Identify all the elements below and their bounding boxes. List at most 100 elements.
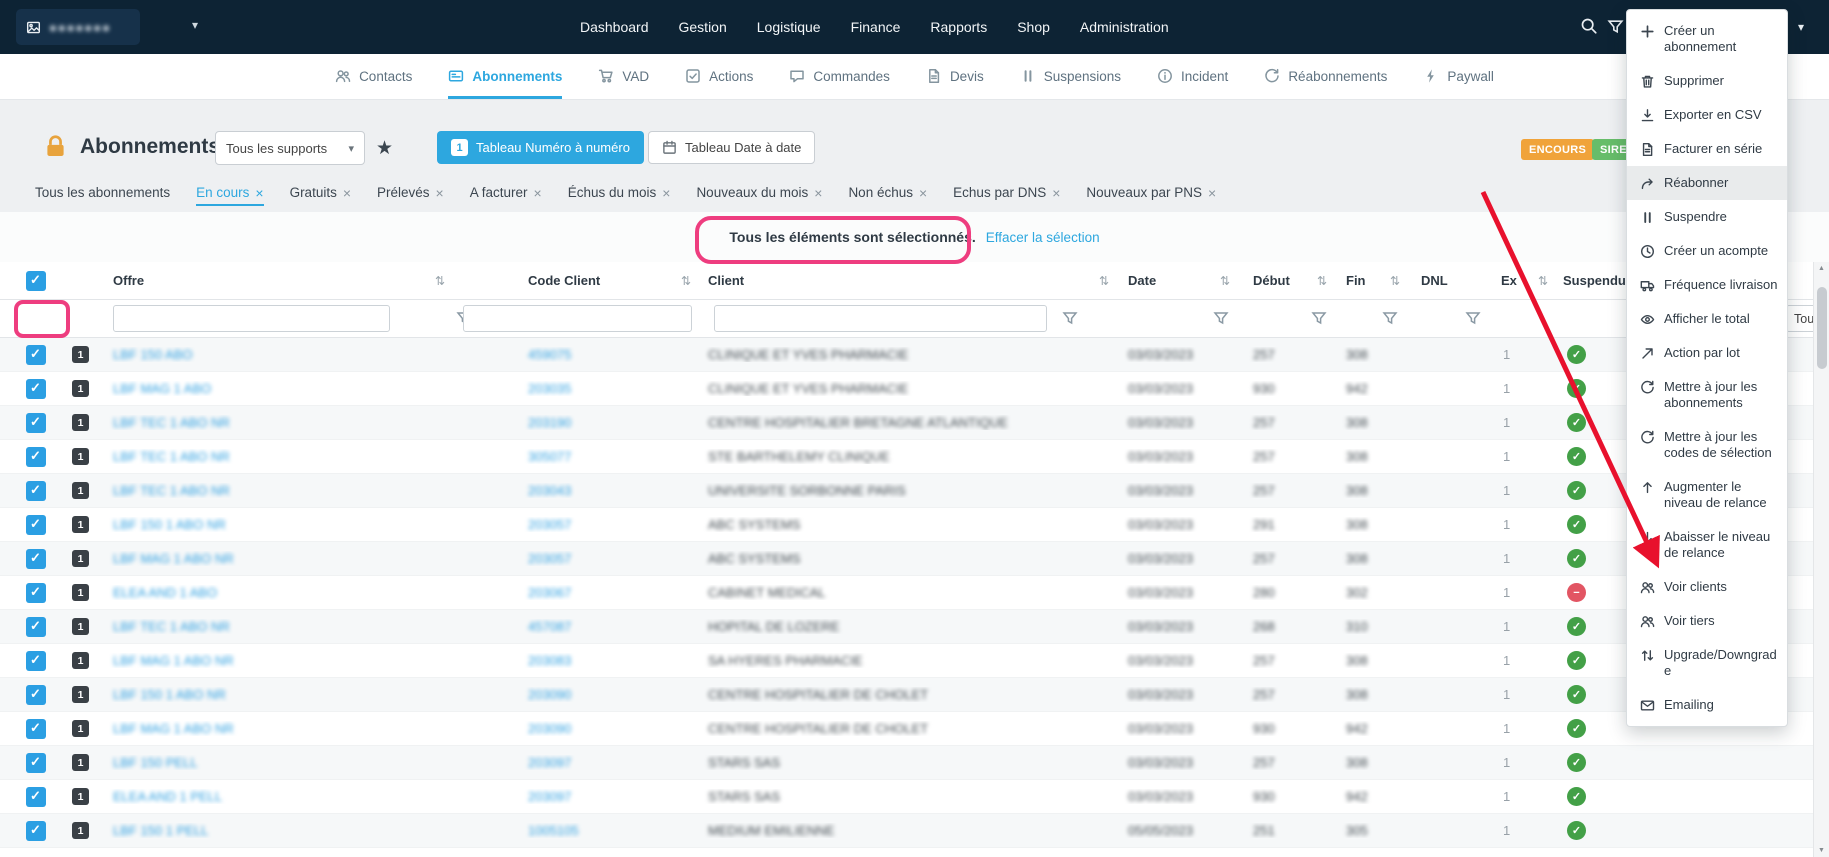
chip-preleves[interactable]: Prélevés × bbox=[377, 185, 444, 206]
offre-link[interactable]: LBF MAG 1 ABO bbox=[113, 381, 211, 396]
scroll-up-icon[interactable]: ▲ bbox=[1818, 262, 1825, 275]
menu-item-voir-clients[interactable]: Voir clients bbox=[1627, 570, 1787, 604]
code-client-link[interactable]: 203090 bbox=[528, 687, 571, 702]
nav-item-gestion[interactable]: Gestion bbox=[679, 19, 727, 35]
table-row[interactable]: 1 LBF MAG 1 ABO NR 203090 CENTRE HOSPITALIE… bbox=[0, 712, 1829, 746]
tab-commandes[interactable]: Commandes bbox=[789, 54, 890, 99]
table-row[interactable]: 1 LBF TEC 1 ABO NR 305077 STE BARTHELEMY CL… bbox=[0, 440, 1829, 474]
dnl-funnel-icon[interactable] bbox=[1465, 310, 1481, 326]
offre-link[interactable]: LBF MAG 1 ABO NR bbox=[113, 551, 234, 566]
chip-close-icon[interactable]: × bbox=[662, 185, 670, 201]
select-all-checkbox[interactable] bbox=[26, 270, 46, 291]
row-checkbox[interactable] bbox=[26, 752, 46, 773]
offre-link[interactable]: LBF 150 PELL bbox=[113, 755, 198, 770]
user-menu-chevron-icon[interactable]: ▾ bbox=[1798, 20, 1804, 34]
tab-abonnements[interactable]: Abonnements bbox=[448, 54, 563, 99]
nav-item-administration[interactable]: Administration bbox=[1080, 19, 1169, 35]
sort-icon[interactable]: ⇅ bbox=[435, 274, 445, 288]
chip-en-cours[interactable]: En cours × bbox=[196, 185, 264, 206]
offre-link[interactable]: ELEA AND 1 PELL bbox=[113, 789, 222, 804]
code-client-filter-input[interactable] bbox=[463, 305, 692, 332]
code-client-link[interactable]: 203035 bbox=[528, 381, 571, 396]
menu-item-exporter-en-csv[interactable]: Exporter en CSV bbox=[1627, 98, 1787, 132]
chip-tous-les-abonnements[interactable]: Tous les abonnements bbox=[35, 185, 170, 205]
code-client-link[interactable]: 203067 bbox=[528, 585, 571, 600]
table-row[interactable]: 1 LBF 150 1 ABO NR 203057 ABC SYSTEMS 03/03/… bbox=[0, 508, 1829, 542]
code-client-link[interactable]: 203090 bbox=[528, 721, 571, 736]
table-row[interactable]: 1 LBF 150 PELL 203097 STARS SAS 03/03/2023 25… bbox=[0, 746, 1829, 780]
code-client-link[interactable]: 305077 bbox=[528, 449, 571, 464]
chip-non-echus[interactable]: Non échus × bbox=[848, 185, 927, 206]
clear-selection-link[interactable]: Effacer la sélection bbox=[986, 230, 1100, 245]
debut-funnel-icon[interactable] bbox=[1311, 310, 1327, 326]
tab-vad[interactable]: VAD bbox=[598, 54, 649, 99]
table-row[interactable]: 1 LBF TEC 1 ABO NR 203043 UNIVERSITE SORBON… bbox=[0, 474, 1829, 508]
code-client-link[interactable]: 203057 bbox=[528, 551, 571, 566]
code-client-link[interactable]: 459075 bbox=[528, 347, 571, 362]
table-date-button[interactable]: Tableau Date à date bbox=[648, 131, 816, 164]
sort-icon[interactable]: ⇅ bbox=[1317, 274, 1327, 288]
tab-devis[interactable]: Devis bbox=[926, 54, 984, 99]
sort-icon[interactable]: ⇅ bbox=[1099, 274, 1109, 288]
row-checkbox[interactable] bbox=[26, 616, 46, 637]
chip-gratuits[interactable]: Gratuits × bbox=[290, 185, 351, 206]
supports-select[interactable]: Tous les supports ▾ bbox=[215, 131, 365, 165]
nav-item-dashboard[interactable]: Dashboard bbox=[580, 19, 649, 35]
code-client-link[interactable]: 203043 bbox=[528, 483, 571, 498]
tab-incident[interactable]: Incident bbox=[1157, 54, 1228, 99]
menu-item-voir-tiers[interactable]: Voir tiers bbox=[1627, 604, 1787, 638]
sort-icon[interactable]: ⇅ bbox=[1220, 274, 1230, 288]
row-checkbox[interactable] bbox=[26, 548, 46, 569]
menu-item-action-par-lot[interactable]: Action par lot bbox=[1627, 336, 1787, 370]
row-checkbox[interactable] bbox=[26, 514, 46, 535]
scrollbar-thumb[interactable] bbox=[1816, 287, 1827, 369]
filter-icon[interactable] bbox=[1607, 18, 1624, 35]
table-row[interactable]: 1 LBF MAG 1 ABO NR 203057 ABC SYSTEMS 03/03/… bbox=[0, 542, 1829, 576]
sort-icon[interactable]: ⇅ bbox=[681, 274, 691, 288]
offre-link[interactable]: LBF TEC 1 ABO NR bbox=[113, 415, 230, 430]
chip-close-icon[interactable]: × bbox=[534, 185, 542, 201]
nav-item-shop[interactable]: Shop bbox=[1017, 19, 1050, 35]
offre-link[interactable]: LBF 150 1 ABO NR bbox=[113, 517, 226, 532]
chip-close-icon[interactable]: × bbox=[343, 185, 351, 201]
client-funnel-icon[interactable] bbox=[1062, 310, 1078, 326]
menu-item-mettre-a-jour-les-codes-de-selection[interactable]: Mettre à jour les codes de sélection bbox=[1627, 420, 1787, 470]
row-checkbox[interactable] bbox=[26, 684, 46, 705]
code-client-link[interactable]: 203097 bbox=[528, 789, 571, 804]
row-checkbox[interactable] bbox=[26, 820, 46, 841]
sort-icon[interactable]: ⇅ bbox=[1390, 274, 1400, 288]
table-numero-button[interactable]: 1 Tableau Numéro à numéro bbox=[437, 131, 644, 164]
row-checkbox[interactable] bbox=[26, 446, 46, 467]
offre-link[interactable]: ELEA AND 1 ABO bbox=[113, 585, 217, 600]
menu-item-augmenter-le-niveau-de-relance[interactable]: Augmenter le niveau de relance bbox=[1627, 470, 1787, 520]
menu-item-facturer-en-serie[interactable]: Facturer en série bbox=[1627, 132, 1787, 166]
offre-link[interactable]: LBF MAG 1 ABO NR bbox=[113, 721, 234, 736]
code-client-link[interactable]: 203057 bbox=[528, 517, 571, 532]
brand-chevron-down-icon[interactable]: ▾ bbox=[192, 18, 198, 32]
table-row[interactable]: 1 LBF MAG 1 ABO NR 203083 SA HYERES PHARMAC… bbox=[0, 644, 1829, 678]
table-row[interactable]: 1 LBF 150 1 ABO NR 203090 CENTRE HOSPITALIE… bbox=[0, 678, 1829, 712]
tab-contacts[interactable]: Contacts bbox=[335, 54, 412, 99]
chip-close-icon[interactable]: × bbox=[919, 185, 927, 201]
tab-suspensions[interactable]: Suspensions bbox=[1020, 54, 1121, 99]
brand-logo[interactable]: ●●●●●●● bbox=[16, 9, 140, 45]
table-row[interactable]: 1 LBF 150 1 PELL 1005105 MEDIUM EMILIENNE 05… bbox=[0, 814, 1829, 848]
search-icon[interactable] bbox=[1580, 17, 1598, 35]
chip-echus-par-dns[interactable]: Echus par DNS × bbox=[953, 185, 1060, 206]
offre-link[interactable]: LBF TEC 1 ABO NR bbox=[113, 483, 230, 498]
date-funnel-icon[interactable] bbox=[1213, 310, 1229, 326]
table-row[interactable]: 1 LBF TEC 1 ABO NR 457087 HOPITAL DE LOZERE… bbox=[0, 610, 1829, 644]
row-checkbox[interactable] bbox=[26, 650, 46, 671]
chip-a-facturer[interactable]: A facturer × bbox=[470, 185, 542, 206]
chip-echus-du-mois[interactable]: Échus du mois × bbox=[568, 185, 671, 206]
offre-link[interactable]: LBF 150 ABO bbox=[113, 347, 193, 362]
menu-item-mettre-a-jour-les-abonnements[interactable]: Mettre à jour les abonnements bbox=[1627, 370, 1787, 420]
menu-item-suspendre[interactable]: Suspendre bbox=[1627, 200, 1787, 234]
chip-nouveaux-du-mois[interactable]: Nouveaux du mois × bbox=[696, 185, 822, 206]
fin-funnel-icon[interactable] bbox=[1382, 310, 1398, 326]
chip-close-icon[interactable]: × bbox=[1208, 185, 1216, 201]
offre-link[interactable]: LBF TEC 1 ABO NR bbox=[113, 449, 230, 464]
nav-item-finance[interactable]: Finance bbox=[851, 19, 901, 35]
tab-reabonnements[interactable]: Réabonnements bbox=[1264, 54, 1387, 99]
chip-nouveaux-par-pns[interactable]: Nouveaux par PNS × bbox=[1086, 185, 1216, 206]
